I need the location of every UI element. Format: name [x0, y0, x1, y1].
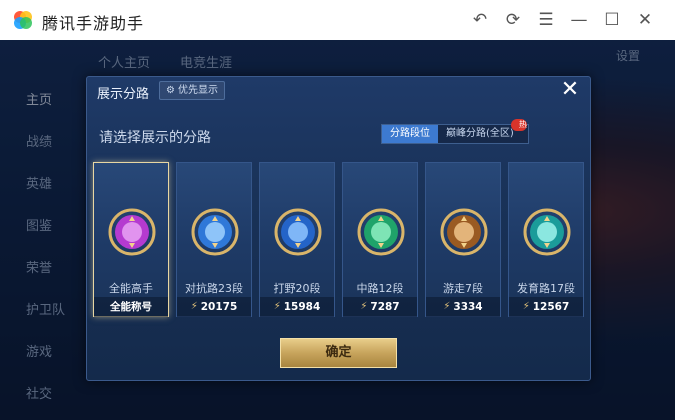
lane-card[interactable]: 打野20段 ⚡ 15984: [259, 162, 335, 317]
app-logo-icon: [14, 11, 32, 29]
lane-badge-icon: [108, 208, 156, 256]
priority-display-button[interactable]: ⚙ 优先显示: [159, 81, 225, 100]
lane-card[interactable]: 游走7段 ⚡ 3334: [425, 162, 501, 317]
lane-card-title: 中路12段: [356, 282, 404, 295]
lane-card[interactable]: 对抗路23段 ⚡ 20175: [176, 162, 252, 317]
lane-display-dialog: 展示分路 ⚙ 优先显示 ✕ 请选择展示的分路 分路段位 巅峰分路(全区) 热 全…: [86, 76, 591, 381]
lane-card-footer: 全能称号: [94, 297, 168, 317]
lane-card-value: 全能称号: [110, 301, 152, 313]
maximize-icon[interactable]: ☐: [600, 8, 624, 32]
tab-peak-lane-label: 巅峰分路(全区): [446, 128, 514, 139]
minimize-icon[interactable]: —: [567, 8, 591, 32]
lane-badge-icon: [440, 208, 488, 256]
confirm-button[interactable]: 确定: [280, 338, 397, 368]
lane-card-value: 7287: [370, 301, 400, 313]
lane-card-title: 游走7段: [443, 282, 483, 295]
lane-card-value: 15984: [283, 301, 321, 313]
lane-card-value: 12567: [532, 301, 570, 313]
lane-card[interactable]: 中路12段 ⚡ 7287: [342, 162, 418, 317]
segment-control: 分路段位 巅峰分路(全区) 热: [381, 119, 529, 144]
dialog-subtitle: 请选择展示的分路: [99, 130, 211, 146]
power-icon: ⚡: [522, 301, 530, 312]
lane-card-title: 对抗路23段: [185, 282, 243, 295]
lane-card-title: 发育路17段: [517, 282, 575, 295]
lane-card-title: 打野20段: [273, 282, 321, 295]
lane-badge-icon: [357, 208, 405, 256]
tab-peak-lane[interactable]: 巅峰分路(全区) 热: [438, 119, 528, 143]
lane-card-footer: ⚡ 15984: [260, 297, 334, 317]
lane-card[interactable]: 发育路17段 ⚡ 12567: [508, 162, 584, 317]
tab-lane-rank[interactable]: 分路段位: [382, 125, 438, 143]
lane-card-footer: ⚡ 7287: [343, 297, 417, 317]
lane-card-title: 全能高手: [109, 282, 153, 295]
menu-icon[interactable]: ☰: [534, 8, 558, 32]
lane-card-footer: ⚡ 3334: [426, 297, 500, 317]
lane-card-footer: ⚡ 12567: [509, 297, 583, 317]
title-bar: 腾讯手游助手 ↶ ⟳ ☰ — ☐ ✕: [0, 0, 675, 40]
power-icon: ⚡: [190, 301, 198, 312]
priority-display-label: 优先显示: [177, 85, 218, 96]
power-icon: ⚡: [443, 301, 451, 312]
close-icon[interactable]: ✕: [559, 79, 581, 101]
hot-badge: 热: [510, 119, 527, 131]
lane-card-value: 20175: [200, 301, 238, 313]
refresh-icon[interactable]: ⟳: [501, 8, 525, 32]
gear-icon: ⚙: [166, 85, 175, 96]
lane-badge-icon: [191, 208, 239, 256]
window-title: 腾讯手游助手: [42, 14, 145, 33]
back-icon[interactable]: ↶: [468, 8, 492, 32]
lane-badge-icon: [523, 208, 571, 256]
lane-card-value: 3334: [453, 301, 483, 313]
power-icon: ⚡: [360, 301, 368, 312]
dialog-title: 展示分路: [97, 87, 150, 102]
lane-badge-icon: [274, 208, 322, 256]
lane-card-footer: ⚡ 20175: [177, 297, 251, 317]
power-icon: ⚡: [273, 301, 281, 312]
close-window-icon[interactable]: ✕: [633, 8, 657, 32]
lane-card[interactable]: 全能高手 全能称号: [93, 162, 169, 317]
